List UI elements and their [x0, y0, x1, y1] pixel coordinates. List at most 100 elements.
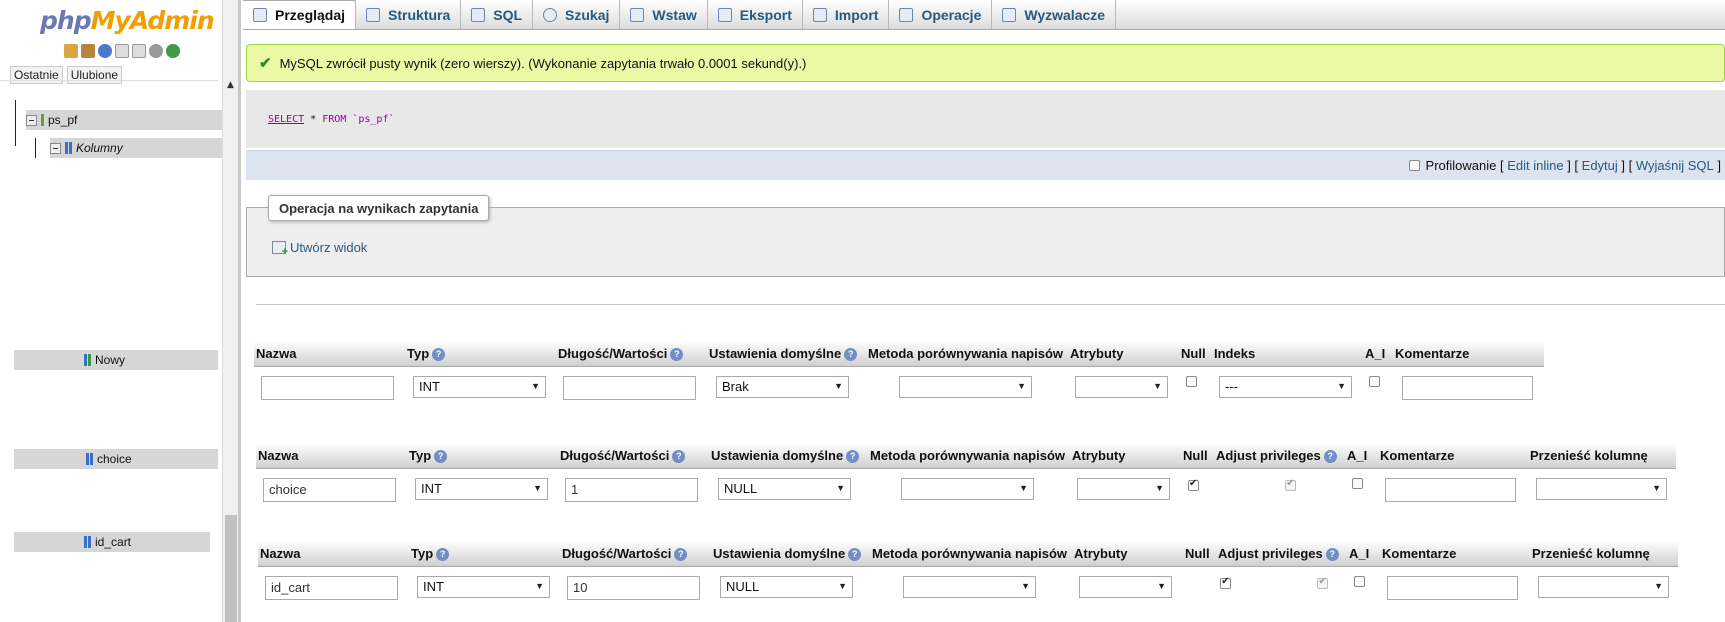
column-collation-select[interactable]	[903, 576, 1036, 598]
column-comment-input[interactable]	[1385, 478, 1516, 502]
column-type-select[interactable]: INT	[417, 576, 550, 598]
column-attributes-select[interactable]	[1079, 576, 1172, 598]
tab-label: Wstaw	[652, 6, 697, 23]
tab-operations[interactable]: Operacje	[889, 0, 993, 29]
help-icon[interactable]: ?	[1323, 450, 1337, 464]
move-column-select[interactable]	[1538, 576, 1669, 598]
column-attributes-select[interactable]	[1077, 478, 1170, 500]
help-icon[interactable]: ?	[436, 548, 450, 562]
tab-search[interactable]: Szukaj	[533, 0, 621, 29]
column-comment-input[interactable]	[1387, 576, 1518, 600]
tab-triggers[interactable]: Wyzwalacze	[992, 0, 1117, 29]
help-icon[interactable]: ?	[846, 450, 860, 464]
collapse-icon[interactable]	[50, 142, 61, 154]
column-null-checkbox[interactable]	[1186, 376, 1197, 387]
adjust-privileges-checkbox[interactable]	[1317, 576, 1329, 589]
column-type-select[interactable]: INT	[415, 478, 548, 500]
help-icon[interactable]: ?	[848, 548, 862, 562]
column-collation-select[interactable]	[901, 478, 1034, 500]
help-icon[interactable]: ?	[1325, 548, 1339, 562]
tree-columns-group[interactable]: Kolumny	[50, 138, 224, 158]
header-adjust-privileges: Adjust privileges?	[1216, 448, 1337, 464]
header-adjust-privileges: Adjust privileges?	[1218, 546, 1339, 562]
gear-icon[interactable]	[149, 44, 163, 58]
help-icon[interactable]: ?	[434, 450, 448, 464]
column-name-input[interactable]: id_cart	[265, 576, 398, 600]
help-icon[interactable]: ?	[672, 450, 686, 464]
header-null: Null	[1185, 546, 1210, 561]
column-length-input[interactable]: 1	[565, 478, 698, 502]
tab-recent[interactable]: Ostatnie	[10, 66, 63, 84]
column-ai-checkbox[interactable]	[1354, 576, 1365, 587]
header-collation: Metoda porównywania napisów	[872, 546, 1068, 561]
docs-icon[interactable]	[115, 44, 129, 58]
tab-import[interactable]: Import	[803, 0, 890, 29]
column-name-input[interactable]	[261, 376, 394, 400]
tree-item-choice[interactable]: choice	[14, 449, 218, 469]
tab-label: Struktura	[388, 6, 451, 23]
tab-favorites[interactable]: Ulubione	[66, 66, 123, 84]
column-default-select[interactable]: NULL	[718, 478, 851, 500]
header-null: Null	[1181, 346, 1206, 361]
phpmyadmin-logo[interactable]: phpMyAdmin	[40, 6, 215, 35]
column-default-select[interactable]: Brak	[716, 376, 849, 398]
tab-export[interactable]: Eksport	[708, 0, 803, 29]
column-icon	[86, 453, 93, 465]
column-attributes-select[interactable]	[1075, 376, 1168, 398]
scroll-up-icon[interactable]: ▲	[227, 80, 234, 90]
column-ai-checkbox[interactable]	[1369, 376, 1380, 387]
main-tab-bar: Przeglądaj Struktura SQL Szukaj Wstaw Ek…	[243, 0, 1725, 30]
header-default: Ustawienia domyślne?	[711, 448, 860, 464]
operations-icon	[899, 7, 914, 22]
column-length-input[interactable]: 10	[567, 576, 700, 600]
scrollbar-thumb[interactable]	[225, 515, 237, 622]
sidebar-resize-handle[interactable]	[238, 0, 241, 622]
sql-table-name: `ps_pf`	[352, 114, 395, 125]
header-comments: Komentarze	[1380, 448, 1455, 463]
profiling-checkbox[interactable]	[1408, 160, 1420, 171]
help-icon[interactable]	[98, 44, 112, 58]
tab-structure[interactable]: Struktura	[356, 0, 462, 29]
header-adjust-label: Adjust privileges	[1218, 546, 1323, 561]
column-type-select[interactable]: INT	[413, 376, 546, 398]
help-icon[interactable]: ?	[670, 348, 684, 362]
column-default-select[interactable]: NULL	[720, 576, 853, 598]
tab-label: Import	[834, 6, 879, 23]
tree-table-ps-pf[interactable]: ps_pf	[26, 110, 222, 130]
exit-icon[interactable]	[81, 44, 95, 58]
edit-inline-link[interactable]: Edit inline	[1507, 158, 1563, 173]
header-adjust-label: Adjust privileges	[1216, 448, 1321, 463]
collapse-icon[interactable]	[26, 114, 37, 126]
tree-item-id-cart[interactable]: id_cart	[14, 532, 210, 552]
adjust-privileges-checkbox[interactable]	[1285, 478, 1297, 491]
column-name-input[interactable]: choice	[263, 478, 396, 502]
column-comment-input[interactable]	[1402, 376, 1533, 400]
help-icon[interactable]: ?	[674, 548, 688, 562]
header-attributes: Atrybuty	[1072, 448, 1126, 463]
create-view-link[interactable]: Utwórz widok	[272, 240, 367, 258]
sql-docs-icon[interactable]	[132, 44, 146, 58]
header-comments: Komentarze	[1395, 346, 1470, 361]
column-null-checkbox[interactable]	[1220, 576, 1232, 589]
tab-sql[interactable]: SQL	[461, 0, 534, 29]
header-attributes: Atrybuty	[1074, 546, 1128, 561]
explain-sql-link[interactable]: Wyjaśnij SQL	[1636, 158, 1714, 173]
import-icon	[812, 7, 827, 22]
column-index-select[interactable]: ---	[1219, 376, 1352, 398]
tab-insert[interactable]: Wstaw	[620, 0, 708, 29]
reload-icon[interactable]	[166, 44, 180, 58]
tab-label: Wyzwalacze	[1024, 6, 1106, 23]
sql-query-box[interactable]: SELECT * FROM `ps_pf`	[246, 90, 1725, 148]
home-icon[interactable]	[64, 44, 78, 58]
column-ai-checkbox[interactable]	[1352, 478, 1363, 489]
help-icon[interactable]: ?	[844, 348, 858, 362]
move-column-select[interactable]	[1536, 478, 1667, 500]
column-collation-select[interactable]	[899, 376, 1032, 398]
tab-browse[interactable]: Przeglądaj	[243, 0, 357, 29]
sql-keyword-select[interactable]: SELECT	[268, 114, 304, 125]
tree-item-nowy[interactable]: Nowy	[14, 350, 218, 370]
column-length-input[interactable]	[563, 376, 696, 400]
edit-link[interactable]: Edytuj	[1582, 158, 1618, 173]
help-icon[interactable]: ?	[432, 348, 446, 362]
column-null-checkbox[interactable]	[1188, 478, 1199, 491]
